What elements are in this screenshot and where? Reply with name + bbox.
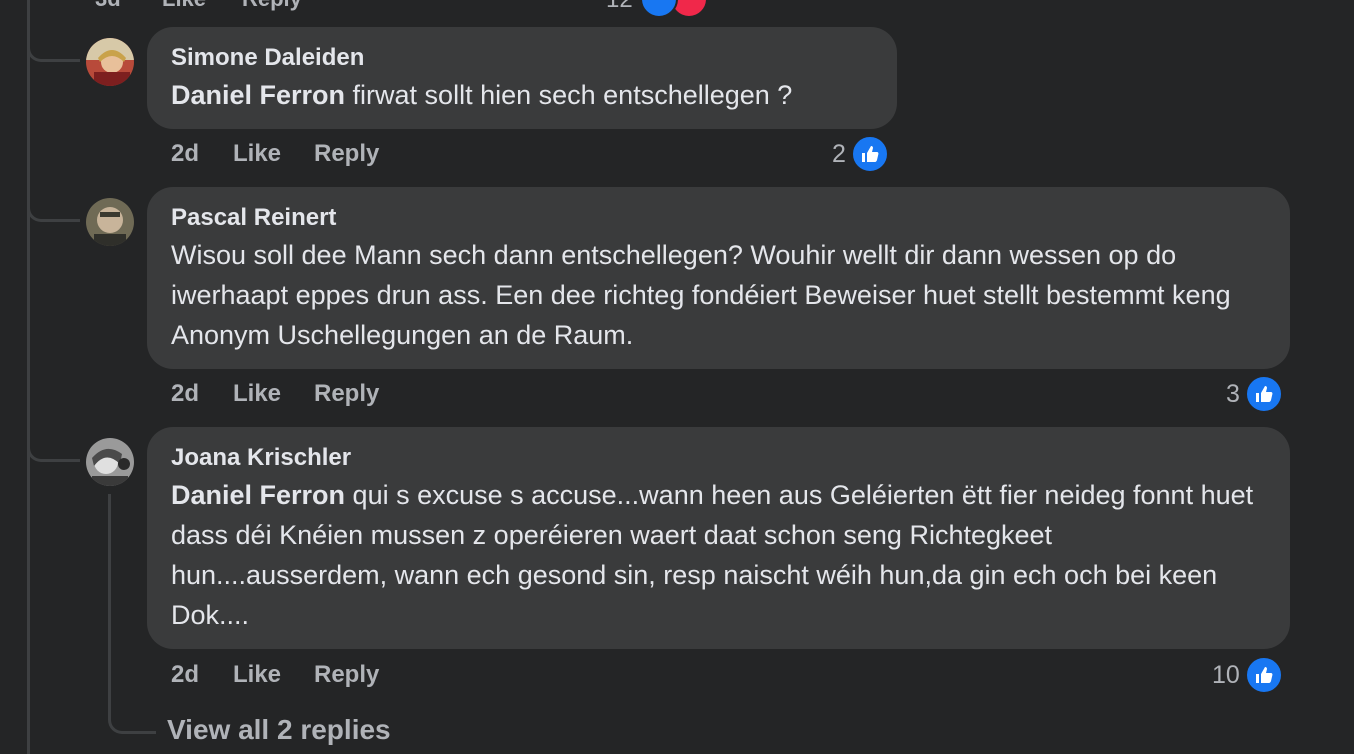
comment-text: Wisou soll dee Mann sech dann entschelle… bbox=[171, 235, 1266, 355]
comment-author[interactable]: Simone Daleiden bbox=[171, 41, 873, 75]
like-button[interactable]: Like bbox=[233, 661, 281, 689]
comment-author[interactable]: Pascal Reinert bbox=[171, 201, 1266, 235]
comment-time[interactable]: 2d bbox=[171, 380, 199, 408]
avatar[interactable] bbox=[86, 198, 134, 246]
comment-bubble: Simone Daleiden Daniel Ferron firwat sol… bbox=[147, 27, 897, 129]
comment-body: firwat sollt hien sech entschellegen ? bbox=[345, 80, 793, 110]
reply-button[interactable]: Reply bbox=[314, 140, 379, 168]
reply-button[interactable]: Reply bbox=[314, 380, 379, 408]
comment-body: Wisou soll dee Mann sech dann entschelle… bbox=[171, 240, 1231, 350]
reaction-count: 2 bbox=[832, 140, 846, 168]
comment-text: Daniel Ferron qui s excuse s accuse...wa… bbox=[171, 475, 1266, 635]
previous-like-button[interactable]: Like bbox=[162, 0, 206, 12]
reply-button[interactable]: Reply bbox=[314, 661, 379, 689]
mention-link[interactable]: Daniel Ferron bbox=[171, 80, 345, 110]
avatar[interactable] bbox=[86, 438, 134, 486]
reaction-count: 3 bbox=[1226, 380, 1240, 408]
thread-connector bbox=[27, 0, 80, 62]
like-button[interactable]: Like bbox=[233, 140, 281, 168]
like-button[interactable]: Like bbox=[233, 380, 281, 408]
previous-comment-time: 3d bbox=[95, 0, 121, 12]
previous-reply-button[interactable]: Reply bbox=[242, 0, 302, 12]
thumbs-up-icon bbox=[1245, 656, 1283, 694]
comment-author[interactable]: Joana Krischler bbox=[171, 441, 1266, 475]
comment-time[interactable]: 2d bbox=[171, 140, 199, 168]
thread-connector bbox=[27, 160, 80, 222]
reaction-count: 10 bbox=[1212, 661, 1240, 689]
comment-text: Daniel Ferron firwat sollt hien sech ent… bbox=[171, 75, 873, 115]
thread-line bbox=[27, 0, 30, 754]
comment-bubble: Pascal Reinert Wisou soll dee Mann sech … bbox=[147, 187, 1290, 369]
view-replies-link[interactable]: View all 2 replies bbox=[167, 714, 391, 746]
thumbs-up-icon bbox=[1245, 375, 1283, 413]
thread-connector bbox=[27, 400, 80, 462]
comment-bubble: Joana Krischler Daniel Ferron qui s excu… bbox=[147, 427, 1290, 649]
previous-reaction-count: 12 bbox=[606, 0, 633, 14]
thumbs-up-icon bbox=[640, 0, 678, 18]
avatar[interactable] bbox=[86, 38, 134, 86]
comment-thread: 3d Like Reply 12 Simone Daleiden Daniel … bbox=[0, 0, 1354, 754]
thumbs-up-icon bbox=[851, 135, 889, 173]
comment-time[interactable]: 2d bbox=[171, 661, 199, 689]
mention-link[interactable]: Daniel Ferron bbox=[171, 480, 345, 510]
